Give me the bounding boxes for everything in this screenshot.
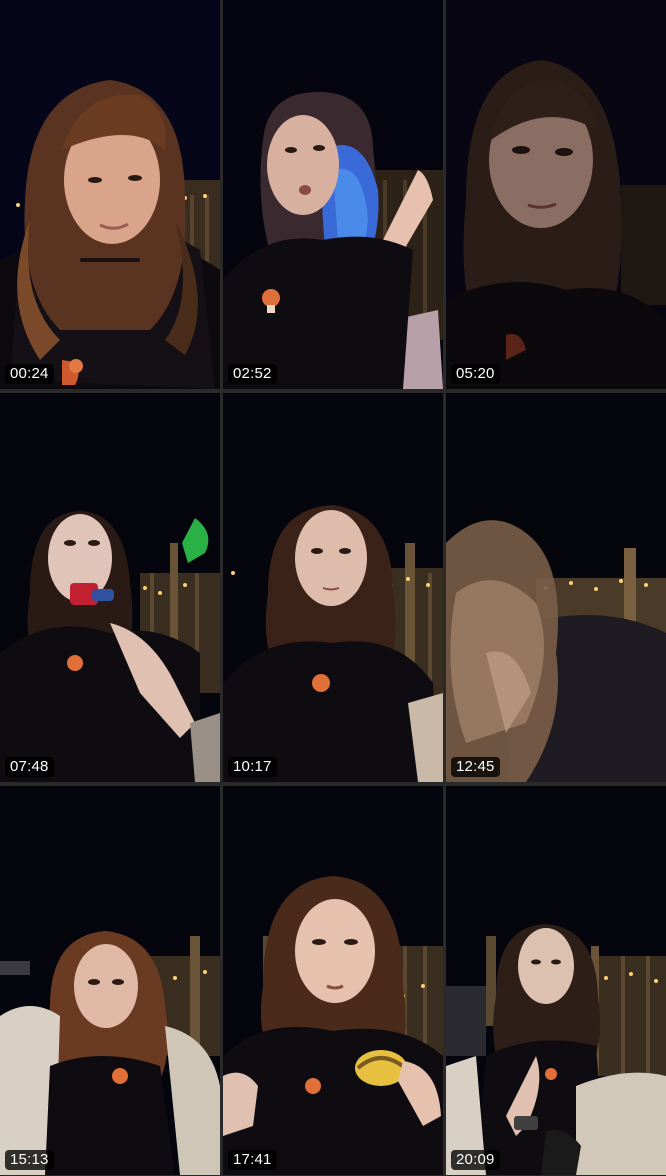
timestamp-label: 10:17 <box>228 757 277 777</box>
timestamp-label: 12:45 <box>451 757 500 777</box>
thumbnail-frame[interactable]: 07:48 <box>0 393 220 782</box>
video-frame-image <box>0 0 220 389</box>
thumbnail-frame[interactable]: 15:13 <box>0 786 220 1175</box>
video-frame-image <box>223 393 443 782</box>
video-frame-image <box>0 393 220 782</box>
thumbnail-frame[interactable]: 05:20 <box>446 0 666 389</box>
thumbnail-frame[interactable]: 02:52 <box>223 0 443 389</box>
thumbnail-frame[interactable]: 10:17 <box>223 393 443 782</box>
video-frame-image <box>446 786 666 1175</box>
thumbnail-grid: 00:24 02:52 05:20 07:48 10:17 12:45 15:1… <box>0 0 666 1176</box>
video-frame-image <box>223 786 443 1175</box>
thumbnail-frame[interactable]: 20:09 <box>446 786 666 1175</box>
timestamp-label: 15:13 <box>5 1150 54 1170</box>
video-frame-image <box>446 0 666 389</box>
timestamp-label: 20:09 <box>451 1150 500 1170</box>
timestamp-label: 00:24 <box>5 364 54 384</box>
timestamp-label: 07:48 <box>5 757 54 777</box>
video-frame-image <box>446 393 666 782</box>
thumbnail-frame[interactable]: 12:45 <box>446 393 666 782</box>
video-frame-image <box>223 0 443 389</box>
timestamp-label: 05:20 <box>451 364 500 384</box>
thumbnail-frame[interactable]: 17:41 <box>223 786 443 1175</box>
timestamp-label: 17:41 <box>228 1150 277 1170</box>
video-frame-image <box>0 786 220 1175</box>
thumbnail-frame[interactable]: 00:24 <box>0 0 220 389</box>
timestamp-label: 02:52 <box>228 364 277 384</box>
